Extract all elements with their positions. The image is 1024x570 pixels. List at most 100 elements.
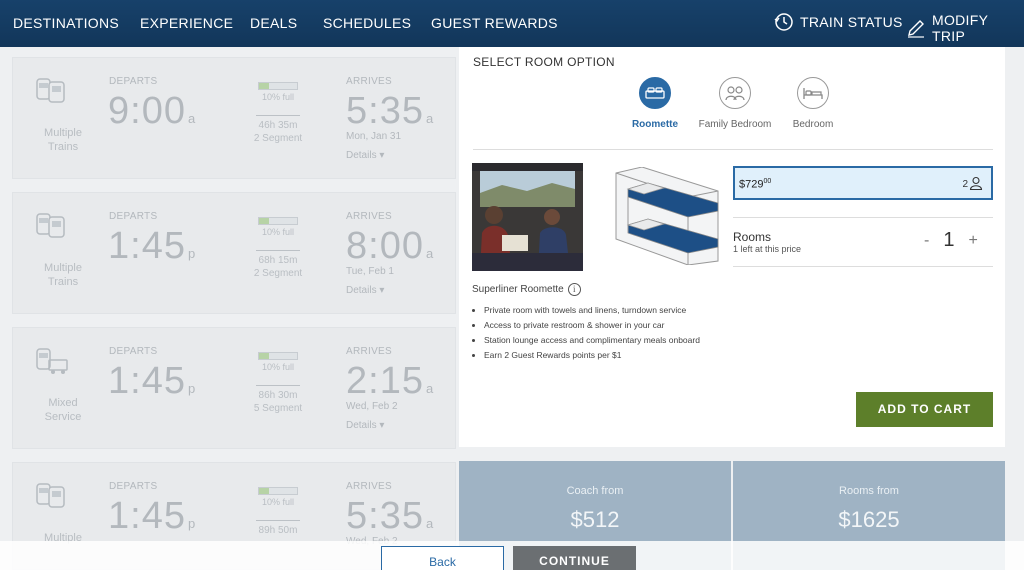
divider (733, 217, 993, 218)
guest-count: 2 (962, 176, 983, 193)
price-selector[interactable]: $72900 2 (733, 166, 993, 200)
departs-label: DEPARTS (109, 211, 158, 222)
route-arrow (256, 243, 300, 251)
nav-schedules[interactable]: SCHEDULES (323, 15, 411, 31)
trip-card[interactable]: Multiple Trains DEPARTS 1:45 p 10% full 6… (12, 192, 456, 314)
trip-summary: 10% full 89h 50m (243, 487, 313, 536)
nav-deals[interactable]: DEALS (250, 15, 297, 31)
duration: 89h 50m (258, 525, 298, 536)
room-features: Private room with towels and linens, tur… (484, 305, 700, 365)
bedroom-bed-icon (797, 77, 829, 109)
arrive-time: 8:00 a (346, 225, 435, 267)
arrives-label: ARRIVES (346, 211, 393, 222)
capacity-bar (258, 352, 298, 360)
decrement-button[interactable]: - (924, 232, 929, 250)
room-option-title: SELECT ROOM OPTION (473, 55, 615, 69)
train-icon (35, 481, 67, 516)
route-arrow (256, 378, 300, 386)
room-name: Superliner Roomette i (472, 283, 581, 296)
increment-button[interactable]: + (968, 232, 977, 250)
nav-guest-rewards[interactable]: GUEST REWARDS (431, 15, 558, 31)
capacity-text: 10% full (261, 497, 295, 507)
capacity-text: 10% full (261, 227, 295, 237)
top-nav: DESTINATIONS EXPERIENCE DEALS SCHEDULES … (0, 0, 1024, 47)
room-option-roomette[interactable]: Roomette (625, 77, 685, 130)
bottom-action-bar (0, 541, 1024, 570)
continue-button[interactable]: CONTINUE (513, 546, 636, 570)
rooms-stepper: - 1 + (924, 229, 978, 252)
train-icon (35, 76, 67, 111)
arrive-date: Wed, Feb 2 (346, 401, 398, 412)
capacity-bar (258, 487, 298, 495)
details-link[interactable]: Details ▾ (346, 420, 384, 431)
arrive-date: Mon, Jan 31 (346, 131, 402, 142)
modify-trip-link[interactable]: MODIFY TRIP (906, 12, 1024, 44)
trip-summary: 10% full 86h 30m 5 Segment (243, 352, 313, 414)
back-button[interactable]: Back (381, 546, 504, 570)
train-status-link[interactable]: TRAIN STATUS (774, 12, 903, 32)
rooms-label: Rooms (733, 230, 772, 244)
details-link[interactable]: Details ▾ (346, 150, 384, 161)
depart-time: 9:00 a (108, 90, 197, 132)
service-type: Multiple Trains (44, 262, 82, 288)
duration: 86h 30m (258, 390, 298, 401)
list-item: Access to private restroom & shower in y… (484, 320, 700, 330)
coach-fare-price: $512 (570, 507, 620, 532)
room-option-family-bedroom[interactable]: Family Bedroom (695, 77, 775, 130)
roomette-bed-icon (639, 77, 671, 109)
room-name-text: Superliner Roomette (472, 284, 564, 295)
arrive-time: 2:15 a (346, 360, 435, 402)
roomette-photo (472, 163, 583, 271)
add-to-cart-button[interactable]: ADD TO CART (856, 392, 993, 427)
room-price: $72900 (739, 178, 772, 191)
info-icon[interactable]: i (567, 283, 581, 296)
depart-time: 1:45 p (108, 225, 197, 267)
rooms-quantity: 1 (943, 229, 955, 251)
room-option-label: Family Bedroom (698, 119, 772, 130)
person-icon (969, 176, 983, 193)
details-link[interactable]: Details ▾ (346, 285, 384, 296)
capacity-bar (258, 217, 298, 225)
route-arrow (256, 108, 300, 116)
trip-card[interactable]: Multiple Trains DEPARTS 9:00 a 10% full 4… (12, 57, 456, 179)
capacity-bar (258, 82, 298, 90)
coach-fare-label: Coach from (566, 485, 624, 497)
trip-card[interactable]: Mixed Service DEPARTS 1:45 p 10% full 86h… (12, 327, 456, 449)
clock-history-icon (774, 12, 794, 32)
divider (733, 266, 993, 267)
room-option-panel: SELECT ROOM OPTION Roomette Family Bedro… (459, 47, 1005, 447)
list-item: Private room with towels and linens, tur… (484, 305, 700, 315)
list-item: Station lounge access and complimentary … (484, 335, 700, 345)
train-status-label: TRAIN STATUS (800, 14, 903, 30)
nav-experience[interactable]: EXPERIENCE (140, 15, 233, 31)
segments: 5 Segment (253, 403, 303, 414)
trip-summary: 10% full 68h 15m 2 Segment (243, 217, 313, 279)
service-type: Multiple Trains (44, 127, 82, 153)
train-icon (35, 211, 67, 246)
room-option-label: Roomette (631, 119, 679, 130)
room-option-bedroom[interactable]: Bedroom (785, 77, 841, 130)
rooms-availability: 1 left at this price (733, 244, 802, 254)
nav-destinations[interactable]: DESTINATIONS (13, 15, 119, 31)
departs-label: DEPARTS (109, 481, 158, 492)
departs-label: DEPARTS (109, 76, 158, 87)
divider (473, 149, 993, 150)
departs-label: DEPARTS (109, 346, 158, 357)
modify-trip-label: MODIFY TRIP (932, 12, 988, 44)
arrive-time: 5:35 a (346, 90, 435, 132)
rooms-fare-price: $1625 (838, 507, 900, 532)
duration: 68h 15m (258, 255, 298, 266)
trip-summary: 10% full 46h 35m 2 Segment (243, 82, 313, 144)
service-type: Mixed Service (44, 397, 82, 423)
capacity-text: 10% full (261, 362, 295, 372)
segments: 2 Segment (253, 133, 303, 144)
room-option-label: Bedroom (792, 119, 834, 130)
arrive-time: 5:35 a (346, 495, 435, 537)
capacity-text: 10% full (261, 92, 295, 102)
train-icon (35, 346, 69, 381)
pencil-icon (906, 18, 926, 38)
family-people-icon (719, 77, 751, 109)
arrives-label: ARRIVES (346, 481, 393, 492)
arrive-date: Tue, Feb 1 (346, 266, 394, 277)
arrives-label: ARRIVES (346, 346, 393, 357)
